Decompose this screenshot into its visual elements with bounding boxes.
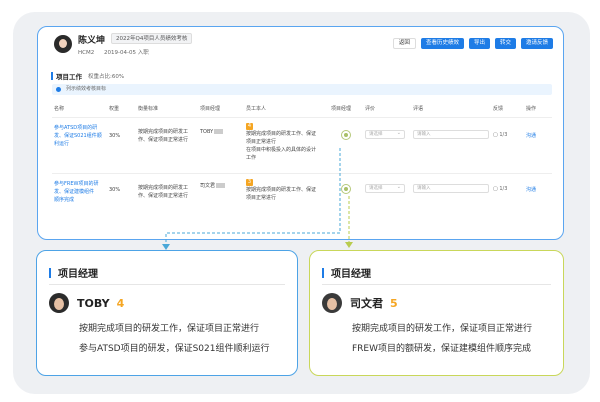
manager-avatar <box>49 293 69 313</box>
manager-card-siwenjun: 项目经理 司文君 5 按期完成项目的研发工作，保证项目正常进行 FREW项目的额… <box>309 250 564 376</box>
manager-score: 4 <box>116 296 125 310</box>
manager-score: 5 <box>390 296 398 310</box>
manager-avatar <box>322 293 342 313</box>
card-title: 项目经理 <box>322 265 371 280</box>
manager-name: TOBY <box>77 296 110 310</box>
card-comment-line: FREW项目的额研发，保证建模组件顺序完成 <box>352 344 532 354</box>
card-person: 司文君 5 <box>322 293 398 313</box>
manager-name: 司文君 <box>350 297 383 310</box>
manager-card-toby: 项目经理 TOBY 4 按期完成项目的研发工作，保证项目正常进行 参与ATSD项… <box>36 250 298 376</box>
card-title: 项目经理 <box>49 265 98 280</box>
card-person: TOBY 4 <box>49 293 124 313</box>
card-comment-line: 按期完成项目的研发工作，保证项目正常进行 <box>352 324 533 334</box>
card-comment-line: 按期完成项目的研发工作，保证项目正常进行 <box>79 324 260 334</box>
card-comment-line: 参与ATSD项目的研发，保证S021组件顺利运行 <box>79 344 270 354</box>
